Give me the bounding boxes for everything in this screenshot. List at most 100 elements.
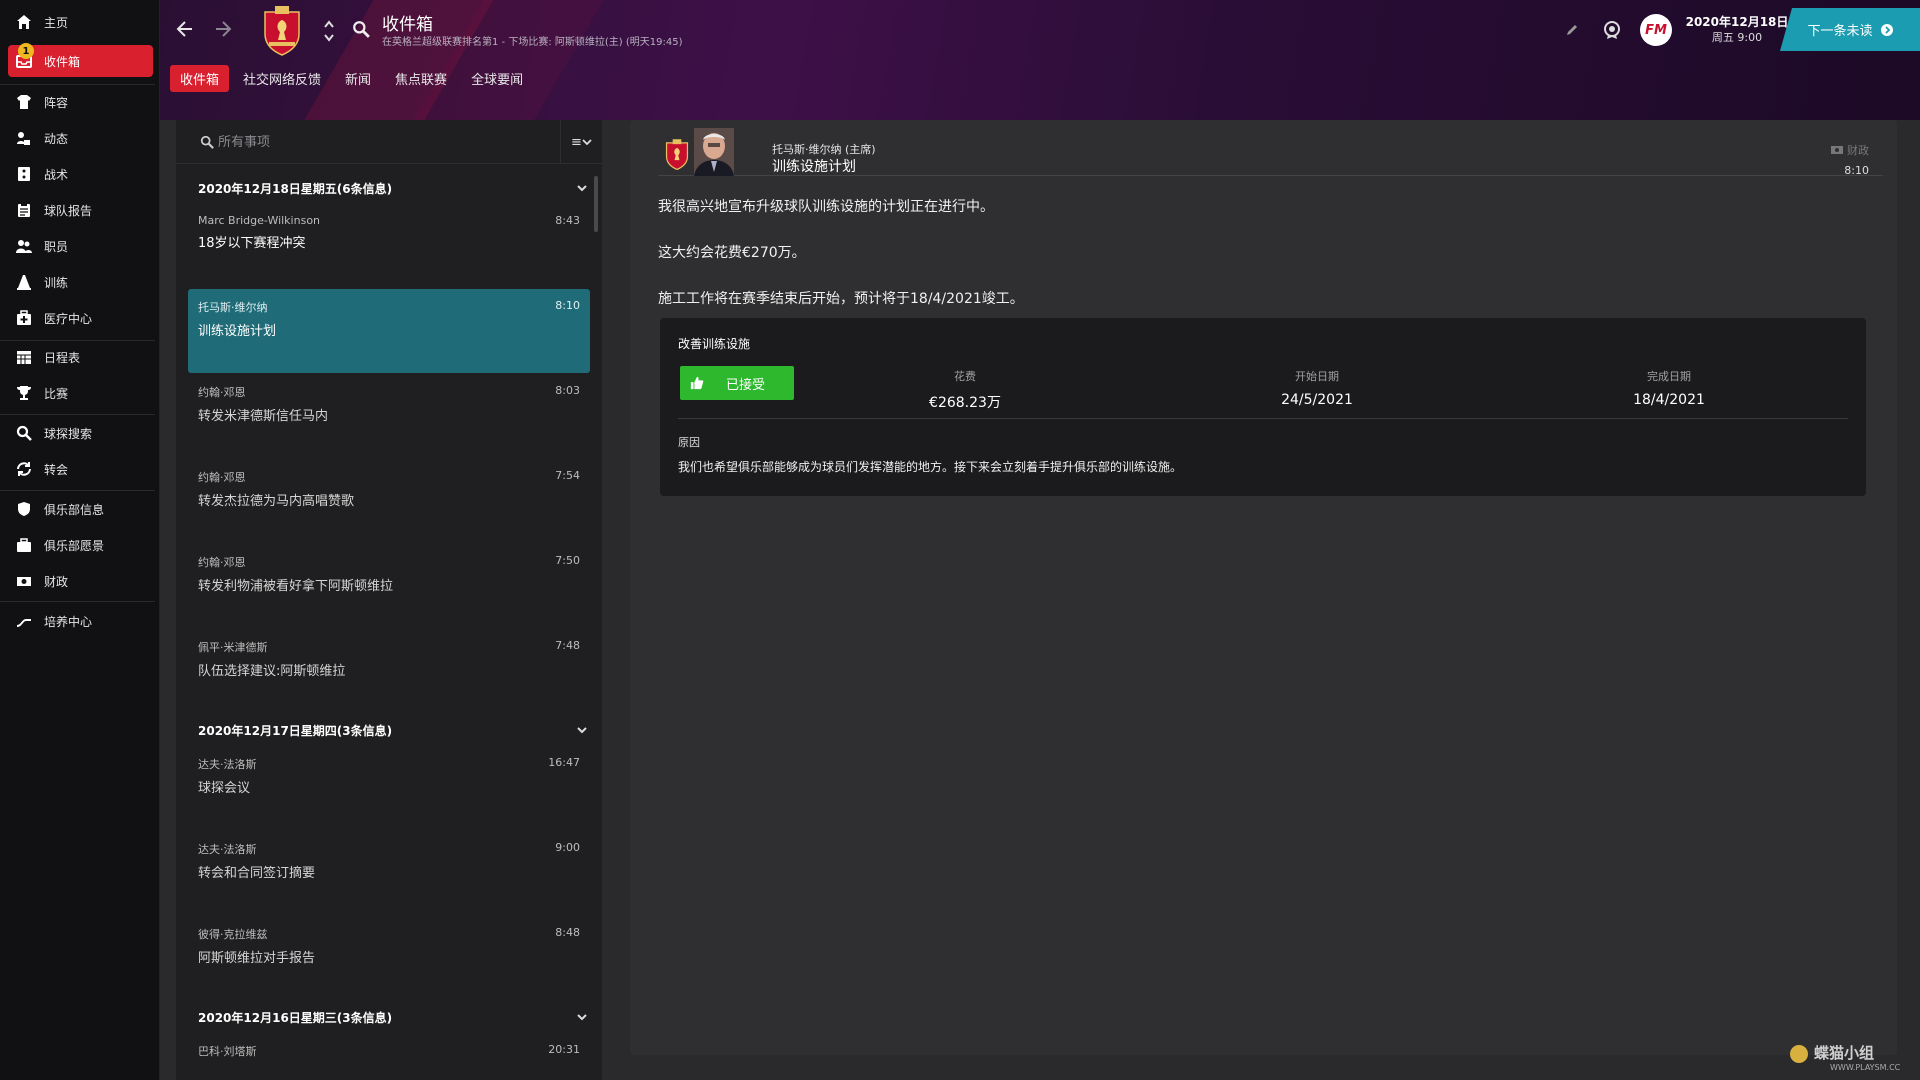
- category-tag: 财政: [1831, 142, 1869, 158]
- message-time: 8:43: [555, 214, 580, 227]
- top-header: 收件箱 在英格兰超级联赛排名第1 - 下场比赛: 阿斯顿维拉(主) (明天19:…: [160, 0, 1920, 120]
- scrollbar[interactable]: [594, 176, 598, 232]
- date-group-header[interactable]: 2020年12月18日星期五(6条信息): [198, 176, 588, 200]
- trophy-icon: [14, 383, 34, 403]
- global-search-button[interactable]: [350, 18, 372, 40]
- next-unread-label: 下一条未读: [1807, 24, 1873, 39]
- message-sender: 达夫·法洛斯: [198, 843, 257, 856]
- sidebar-item-club-info[interactable]: 俱乐部信息: [8, 493, 153, 525]
- staff-icon: [14, 236, 34, 256]
- tab-social-feed[interactable]: 社交网络反馈: [233, 65, 331, 92]
- sidebar-item-tactics[interactable]: 战术: [8, 158, 153, 190]
- message-subject: 球探会议: [198, 781, 251, 796]
- fm-logo[interactable]: FM: [1640, 14, 1672, 46]
- start-date-label: 开始日期: [1295, 370, 1339, 383]
- tab-world-news[interactable]: 全球要闻: [461, 65, 533, 92]
- badge-icon: [1604, 21, 1620, 39]
- cost-label: 花费: [954, 370, 976, 383]
- current-time: 周五 9:00: [1711, 31, 1763, 44]
- list-item[interactable]: 佩平·米津德斯 7:48 队伍选择建议:阿斯顿维拉: [188, 629, 590, 713]
- liverpool-crest-icon: [264, 6, 300, 56]
- message-time: 9:00: [555, 841, 580, 854]
- tab-inbox[interactable]: 收件箱: [170, 65, 230, 92]
- sidebar-item-dynamics[interactable]: 动态: [8, 122, 153, 154]
- edit-button[interactable]: [1562, 20, 1582, 40]
- message-time: 8:48: [555, 926, 580, 939]
- list-item[interactable]: 达夫·法洛斯 9:00 转会和合同签订摘要: [188, 831, 590, 915]
- sender-name[interactable]: 托马斯·维尔纳 (主席): [772, 141, 876, 157]
- sidebar-item-medical[interactable]: 医疗中心: [8, 302, 153, 334]
- club-crest[interactable]: [260, 4, 304, 56]
- forward-button[interactable]: [210, 16, 236, 42]
- sidebar-item-label: 动态: [44, 131, 69, 146]
- start-date-stat: 开始日期 24/5/2021: [1217, 368, 1417, 408]
- sidebar-item-home[interactable]: 主页: [8, 6, 153, 38]
- message-time: 7:50: [555, 554, 580, 567]
- sidebar-item-staff[interactable]: 职员: [8, 230, 153, 262]
- watermark: 蝶猫小组 WWW.PLAYSM.CC: [1790, 1042, 1910, 1074]
- end-date-label: 完成日期: [1647, 370, 1691, 383]
- sort-label: ≡: [571, 134, 582, 150]
- back-button[interactable]: [172, 16, 198, 42]
- sidebar-item-team-report[interactable]: 球队报告: [8, 194, 153, 226]
- message-time: 8:10: [555, 299, 580, 312]
- chevron-down-icon: [582, 139, 592, 146]
- transfer-icon: [14, 459, 34, 479]
- sidebar-item-label: 医疗中心: [44, 311, 93, 326]
- list-item[interactable]: 达夫·法洛斯 16:47 球探会议: [188, 746, 590, 830]
- facility-request-card: 改善训练设施 已接受 花费 €268.23万 开始日期 24/5/2021 完成…: [660, 318, 1866, 496]
- current-date: 2020年12月18日: [1685, 15, 1789, 29]
- sidebar-item-label: 职员: [44, 239, 69, 254]
- tab-focus-league[interactable]: 焦点联赛: [385, 65, 457, 92]
- thumbs-up-icon: [690, 376, 704, 390]
- club-switch-button[interactable]: [322, 16, 336, 46]
- sidebar-item-schedule[interactable]: 日程表: [8, 341, 153, 373]
- liverpool-crest-icon: [665, 139, 689, 170]
- search-input[interactable]: [196, 130, 556, 154]
- sidebar-item-club-vision[interactable]: 俱乐部愿景: [8, 529, 153, 561]
- club-status-button[interactable]: [1600, 18, 1624, 42]
- sidebar-item-competitions[interactable]: 比赛: [8, 377, 153, 409]
- accepted-button[interactable]: 已接受: [680, 366, 794, 400]
- sidebar-item-inbox[interactable]: 1 收件箱: [8, 43, 153, 77]
- sidebar-item-label: 球探搜索: [44, 426, 93, 441]
- list-item-selected[interactable]: 托马斯·维尔纳 8:10 训练设施计划: [188, 289, 590, 373]
- sidebar-item-scouting[interactable]: 球探搜索: [8, 417, 153, 449]
- date-group-header[interactable]: 2020年12月16日星期三(3条信息): [198, 1005, 588, 1029]
- message-paragraph: 这大约会花费€270万。: [658, 245, 806, 261]
- list-item[interactable]: 约翰·邓恩 8:03 转发米津德斯信任马内: [188, 374, 590, 458]
- search-row: ≡: [176, 120, 602, 164]
- development-icon: [14, 611, 34, 631]
- cost-stat: 花费 €268.23万: [865, 368, 1065, 412]
- reason-label: 原因: [678, 436, 700, 449]
- message-header: 托马斯·维尔纳 (主席) 训练设施计划 财政 8:10: [658, 128, 1883, 177]
- vision-icon: [14, 535, 34, 555]
- sidebar-item-label: 培养中心: [44, 614, 93, 629]
- divider: [0, 601, 155, 602]
- list-item[interactable]: Marc Bridge-Wilkinson 8:43 18岁以下赛程冲突: [188, 204, 590, 288]
- next-unread-button[interactable]: 下一条未读: [1780, 8, 1920, 51]
- reason-text: 我们也希望俱乐部能够成为球员们发挥潜能的地方。接下来会立刻着手提升俱乐部的训练设…: [678, 460, 1183, 474]
- sidebar-item-squad[interactable]: 阵容: [8, 86, 153, 118]
- list-item[interactable]: 彼得·克拉维兹 8:48 阿斯顿维拉对手报告: [188, 916, 590, 1000]
- list-item[interactable]: 约翰·邓恩 7:54 转发杰拉德为马内高唱赞歌: [188, 459, 590, 543]
- message-subject: 转发利物浦被看好拿下阿斯顿维拉: [198, 579, 394, 594]
- sender-avatar[interactable]: [694, 128, 734, 176]
- list-item[interactable]: 约翰·邓恩 7:50 转发利物浦被看好拿下阿斯顿维拉: [188, 544, 590, 628]
- sidebar-item-development[interactable]: 培养中心: [8, 605, 153, 637]
- page-title: 收件箱: [382, 15, 433, 35]
- sidebar-item-training[interactable]: 训练: [8, 266, 153, 298]
- game-date[interactable]: 2020年12月18日 周五 9:00: [1683, 14, 1791, 46]
- sort-button[interactable]: ≡: [560, 120, 602, 164]
- shirt-icon: [14, 92, 34, 112]
- sidebar-item-label: 财政: [44, 574, 69, 589]
- tab-news[interactable]: 新闻: [335, 65, 381, 92]
- message-time: 8:10: [1844, 164, 1869, 177]
- inbox-list: ≡ 2020年12月18日星期五(6条信息) Marc Bridge-Wilki…: [176, 120, 602, 1080]
- sidebar-item-finances[interactable]: 财政: [8, 565, 153, 597]
- sidebar-item-transfers[interactable]: 转会: [8, 453, 153, 485]
- message-sender: 巴科·刘塔斯: [198, 1045, 257, 1058]
- list-item[interactable]: 巴科·刘塔斯 20:31: [188, 1033, 590, 1079]
- message-subject: 队伍选择建议:阿斯顿维拉: [198, 664, 346, 679]
- date-group-header[interactable]: 2020年12月17日星期四(3条信息): [198, 718, 588, 742]
